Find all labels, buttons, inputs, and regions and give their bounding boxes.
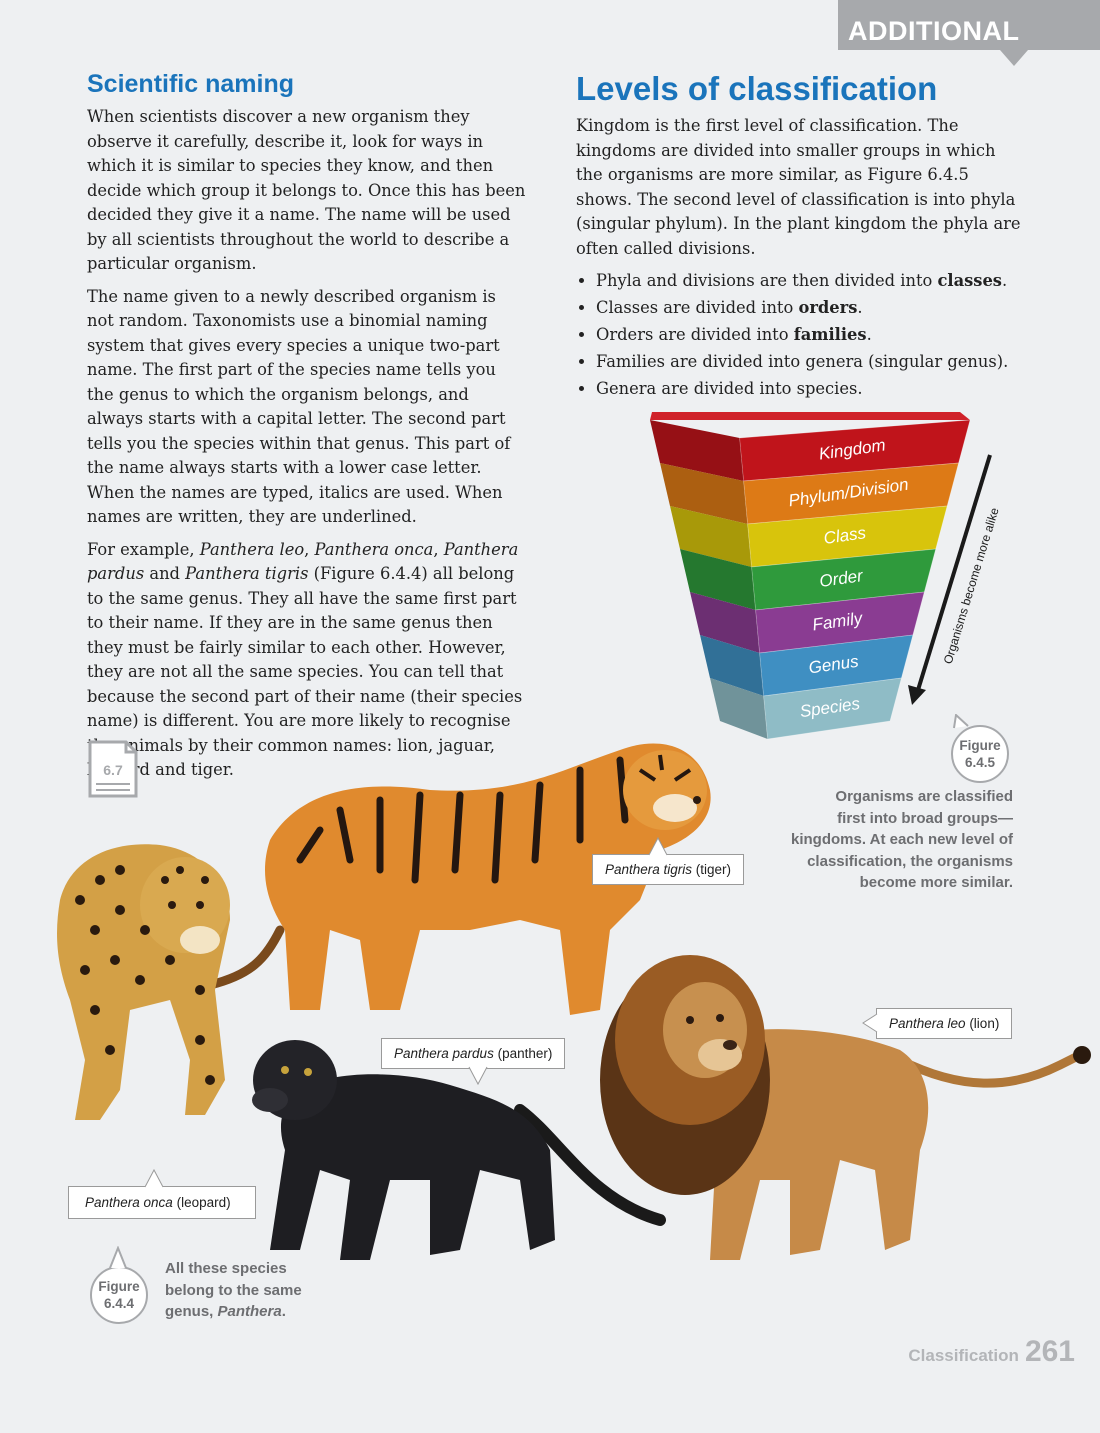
figure-6-4-4-badge: Figure 6.4.4 xyxy=(90,1266,148,1324)
black-panther-illustration xyxy=(252,1040,666,1260)
text-span: and xyxy=(144,564,186,583)
callout-leopard: Panthera onca (leopard) xyxy=(68,1186,256,1219)
tab-label: ADDITIONAL xyxy=(848,16,1020,46)
text-span: . xyxy=(281,1303,286,1320)
callout-panther: Panthera pardus (panther) xyxy=(381,1038,566,1069)
text-span: genus, xyxy=(165,1303,218,1320)
figure-number: 6.4.4 xyxy=(103,1296,135,1311)
scientific-naming-heading: Scientific naming xyxy=(87,70,294,98)
bullet-item: Genera are divided into species. xyxy=(596,375,1026,402)
bullet-item: Families are divided into genera (singul… xyxy=(596,348,1026,375)
common-name: (tiger) xyxy=(692,862,732,877)
text-span: , xyxy=(304,539,315,559)
figure-6-4-4-caption: All these species belong to the same gen… xyxy=(165,1258,302,1323)
species-name: Panthera leo xyxy=(889,1016,966,1031)
callout-lion: Panthera leo (lion) xyxy=(876,1008,1013,1039)
paragraph-1: When scientists discover a new organism … xyxy=(87,107,526,273)
bold-term: families xyxy=(793,325,867,344)
bullet-item: Classes are divided into orders. xyxy=(596,294,1026,321)
genus-name: Panthera xyxy=(217,1303,282,1320)
bullet-item: Orders are divided into families. xyxy=(596,321,1026,348)
badge-pointer xyxy=(109,1246,127,1269)
text-span: Families are divided into genera (singul… xyxy=(596,352,1009,371)
arrow-head xyxy=(908,685,926,705)
callout-lion-pointer xyxy=(862,1013,878,1033)
text-span: . xyxy=(857,298,863,317)
callout-leopard-pointer xyxy=(144,1168,164,1188)
scientific-naming-section: Scientific naming When scientists discov… xyxy=(87,70,527,791)
species-name: Panthera pardus xyxy=(394,1046,494,1061)
pyramid-top-face xyxy=(650,412,970,420)
bold-term: orders xyxy=(798,298,858,317)
bullet-item: Phyla and divisions are then divided int… xyxy=(596,267,1026,294)
footer-section-name: Classification xyxy=(908,1346,1019,1365)
callout-tiger: Panthera tigris (tiger) xyxy=(592,854,745,885)
bold-term: classes xyxy=(937,271,1002,290)
text-span: . xyxy=(866,325,872,344)
levels-of-classification-section: Levels of classification Kingdom is the … xyxy=(576,70,1026,402)
common-name: (panther) xyxy=(493,1046,553,1061)
species-name: Panthera onca xyxy=(85,1195,173,1210)
figure-word: Figure xyxy=(98,1279,140,1294)
leopard-illustration xyxy=(57,844,231,1120)
callout-panther-pointer xyxy=(468,1066,488,1086)
levels-bullet-list: Phyla and divisions are then divided int… xyxy=(576,267,1026,402)
caption-line: All these species xyxy=(165,1260,287,1277)
text-span: Phyla and divisions are then divided int… xyxy=(596,271,938,290)
levels-heading: Levels of classification xyxy=(576,70,938,107)
callout-tiger-pointer xyxy=(648,836,668,856)
species-name: Panthera tigris xyxy=(185,564,309,583)
page-footer: Classification 261 xyxy=(908,1335,1075,1369)
species-name: Panthera tigris xyxy=(605,862,693,877)
tab-notch xyxy=(1000,50,1028,66)
paragraph-2: The name given to a newly described orga… xyxy=(87,286,511,527)
species-name: Panthera leo xyxy=(199,539,305,559)
text-span: , xyxy=(433,539,444,559)
common-name: (lion) xyxy=(965,1016,1000,1031)
additional-tab: ADDITIONAL xyxy=(838,0,1100,50)
page-number: 261 xyxy=(1024,1335,1075,1368)
text-span: Classes are divided into xyxy=(596,298,799,317)
species-name: Panthera onca xyxy=(314,539,434,559)
text-span: Genera are divided into species. xyxy=(596,379,863,398)
caption-line: genus, Panthera. xyxy=(165,1301,302,1323)
text-span: For example, xyxy=(87,539,200,559)
lion-illustration xyxy=(600,955,1091,1260)
text-span: . xyxy=(1001,271,1008,290)
text-span: Orders are divided into xyxy=(596,325,794,344)
caption-line: belong to the same xyxy=(165,1281,302,1299)
levels-paragraph: Kingdom is the first level of classifica… xyxy=(576,116,1021,258)
common-name: (leopard) xyxy=(172,1195,231,1210)
